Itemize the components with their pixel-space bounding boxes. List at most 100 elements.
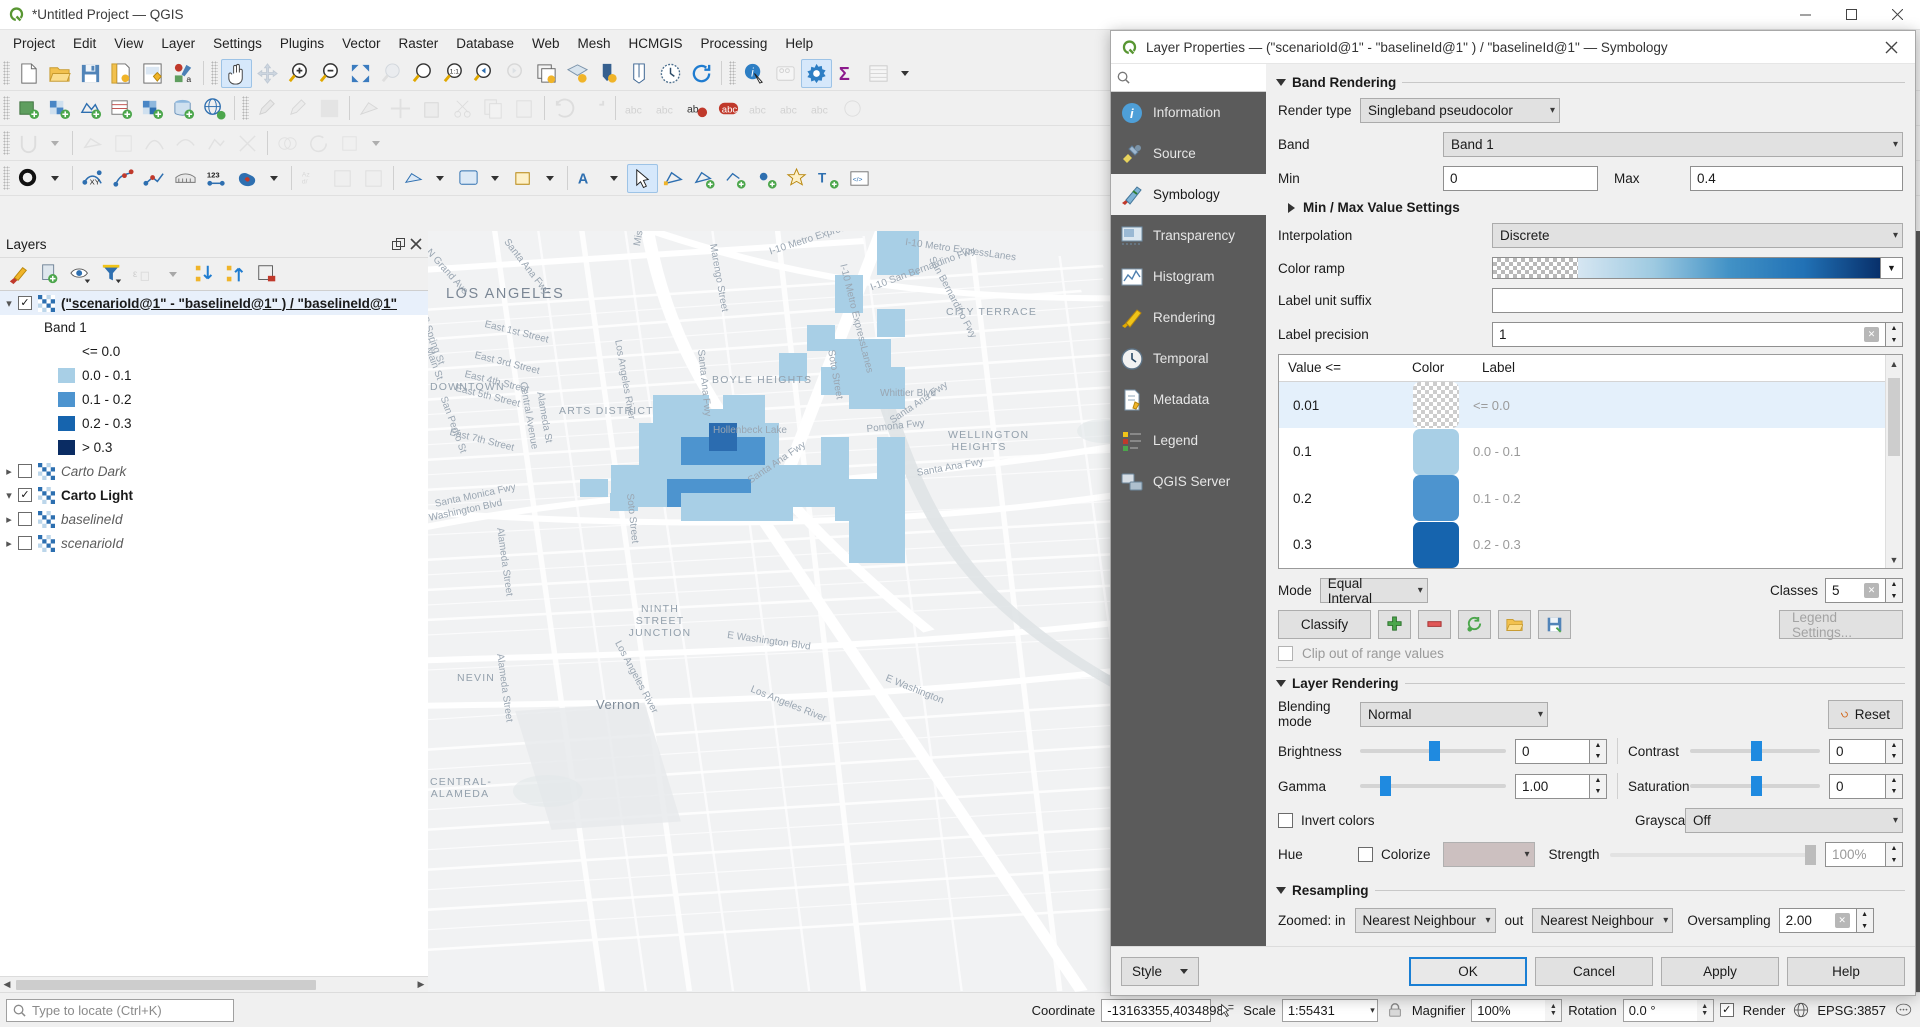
save-project-icon[interactable] — [75, 59, 106, 88]
vscroll-track[interactable] — [1886, 372, 1902, 551]
layout-manager-icon[interactable] — [137, 59, 168, 88]
load-colormap-icon[interactable] — [1498, 610, 1531, 639]
close-button[interactable] — [1874, 0, 1920, 30]
nav-item-transparency[interactable]: Transparency — [1111, 215, 1266, 256]
shape-digitize-icon[interactable] — [232, 164, 263, 193]
add-spatialite-icon[interactable] — [168, 94, 199, 123]
gamma-spinbox[interactable]: 1.00 ▲▼ — [1515, 774, 1607, 799]
layer-tree-item-expression-raster[interactable]: ▾ ✓ ("scenarioId@1" - "baselineId@1" ) /… — [0, 291, 428, 315]
spin-up-icon[interactable]: ▲ — [1886, 843, 1902, 855]
current-edits-icon[interactable] — [252, 94, 283, 123]
color-chip[interactable] — [1413, 522, 1459, 568]
menu-help[interactable]: Help — [776, 33, 822, 54]
dialog-close-button[interactable] — [1871, 31, 1911, 63]
expand-all-icon[interactable] — [190, 261, 220, 288]
star-annotation-icon[interactable] — [782, 164, 813, 193]
mode-combo[interactable]: Equal Interval ▾ — [1320, 578, 1428, 603]
label-precision-spinbox[interactable]: 1 ✕ ▲ ▼ — [1492, 322, 1903, 347]
strength-spinbox[interactable]: 100% ▲▼ — [1825, 842, 1903, 867]
remove-class-icon[interactable] — [1418, 610, 1451, 639]
messages-icon[interactable] — [1892, 1002, 1914, 1019]
scroll-left-icon[interactable]: ◀ — [0, 979, 14, 990]
table-row[interactable]: 0.01 <= 0.0 — [1279, 382, 1885, 429]
classes-input[interactable]: 5 ✕ — [1825, 578, 1885, 603]
magnifier-spinbox[interactable]: 100% ▲▼ — [1471, 999, 1562, 1022]
manage-visibility-icon[interactable] — [66, 261, 96, 288]
zoomed-in-combo[interactable]: Nearest Neighbour ▾ — [1355, 908, 1496, 933]
oversampling-input[interactable]: 2.00 ✕ — [1779, 908, 1856, 933]
colorize-color-combo[interactable]: ▾ — [1443, 842, 1535, 867]
layer-visibility-checkbox[interactable] — [18, 536, 32, 550]
nav-item-histogram[interactable]: Histogram — [1111, 256, 1266, 297]
select-value-icon[interactable] — [327, 164, 358, 193]
scroll-up-icon[interactable]: ▲ — [1886, 355, 1902, 372]
pan-map-icon[interactable] — [221, 59, 252, 88]
statistics-icon[interactable]: Σ — [832, 59, 863, 88]
refresh-icon[interactable] — [686, 59, 717, 88]
menu-edit[interactable]: Edit — [64, 33, 105, 54]
clip-row[interactable]: Clip out of range values — [1278, 646, 1903, 661]
chevron-down-icon[interactable] — [1276, 79, 1286, 86]
cancel-button[interactable]: Cancel — [1535, 957, 1653, 986]
legend-settings-button[interactable]: Legend Settings... — [1779, 610, 1903, 639]
collapse-all-icon[interactable] — [221, 261, 251, 288]
nav-item-legend[interactable]: Legend — [1111, 420, 1266, 461]
menu-processing[interactable]: Processing — [692, 33, 777, 54]
saturation-slider[interactable] — [1690, 776, 1820, 796]
simplify-icon[interactable] — [201, 129, 232, 158]
menu-plugins[interactable]: Plugins — [271, 33, 333, 54]
add-vector-layer-icon[interactable] — [13, 94, 44, 123]
measure-icon[interactable] — [770, 59, 801, 88]
layer-rendering-header[interactable]: Layer Rendering — [1276, 676, 1905, 691]
render-checkbox[interactable]: ✓ — [1720, 1003, 1734, 1017]
add-mesh-layer-icon[interactable] — [75, 94, 106, 123]
label-precision-spin-buttons[interactable]: ▲ ▼ — [1885, 322, 1903, 347]
menu-project[interactable]: Project — [4, 33, 64, 54]
apply-button[interactable]: Apply — [1661, 957, 1779, 986]
options-icon[interactable] — [801, 59, 832, 88]
color-classes-table[interactable]: Value <= Color Label 0.01 <= 0.0 0.1 — [1278, 354, 1903, 569]
rotate-label-icon[interactable]: abc — [775, 94, 806, 123]
zoom-last-icon[interactable] — [469, 59, 500, 88]
layer-visibility-checkbox[interactable] — [18, 512, 32, 526]
table-row[interactable]: 0.1 0.0 - 0.1 — [1279, 428, 1885, 475]
menu-web[interactable]: Web — [523, 33, 569, 54]
saturation-input[interactable]: 0 — [1829, 774, 1885, 799]
label-unit-suffix-input[interactable] — [1492, 288, 1903, 313]
menu-raster[interactable]: Raster — [389, 33, 447, 54]
coordinate-input[interactable]: -13163355,4034898 — [1101, 999, 1211, 1022]
polygon-annotation-dropdown[interactable] — [539, 164, 563, 193]
scroll-down-icon[interactable]: ▼ — [1886, 551, 1902, 568]
spin-down-icon[interactable]: ▼ — [1886, 751, 1902, 763]
scale-feature-icon[interactable] — [334, 129, 365, 158]
ok-button[interactable]: OK — [1409, 957, 1527, 986]
attribute-table-dropdown[interactable] — [894, 59, 918, 88]
zoom-out-icon[interactable] — [314, 59, 345, 88]
layers-tree[interactable]: ▾ ✓ ("scenarioId@1" - "baselineId@1" ) /… — [0, 290, 428, 976]
strength-input[interactable]: 100% — [1825, 842, 1885, 867]
clip-out-of-range-checkbox[interactable] — [1278, 646, 1293, 661]
undock-icon[interactable] — [390, 236, 406, 252]
menu-view[interactable]: View — [105, 33, 152, 54]
polyline-add-icon[interactable] — [720, 164, 751, 193]
nav-item-temporal[interactable]: Temporal — [1111, 338, 1266, 379]
copy-features-icon[interactable] — [478, 94, 509, 123]
toolbar-grip[interactable] — [3, 96, 10, 120]
layer-visibility-checkbox[interactable]: ✓ — [18, 488, 32, 502]
temporal-controller-icon[interactable] — [655, 59, 686, 88]
move-feature-icon[interactable] — [385, 94, 416, 123]
offset-curve-icon[interactable] — [170, 129, 201, 158]
contrast-spinbox[interactable]: 0 ▲▼ — [1829, 739, 1903, 764]
menu-mesh[interactable]: Mesh — [569, 33, 620, 54]
snapping-icon[interactable] — [13, 129, 44, 158]
contrast-slider[interactable] — [1690, 741, 1820, 761]
classes-spin-buttons[interactable]: ▲ ▼ — [1885, 578, 1903, 603]
select-dropdown[interactable] — [44, 164, 68, 193]
lock-scale-icon[interactable] — [1384, 1002, 1406, 1018]
new-print-layout-icon[interactable] — [593, 59, 624, 88]
add-postgis-icon[interactable] — [137, 94, 168, 123]
band-combo[interactable]: Band 1 ▾ — [1443, 132, 1903, 157]
polygon-draw-icon[interactable] — [658, 164, 689, 193]
layer-tree-item-baselineid[interactable]: ▸ baselineId — [0, 507, 428, 531]
max-input[interactable]: 0.4 — [1690, 166, 1903, 191]
